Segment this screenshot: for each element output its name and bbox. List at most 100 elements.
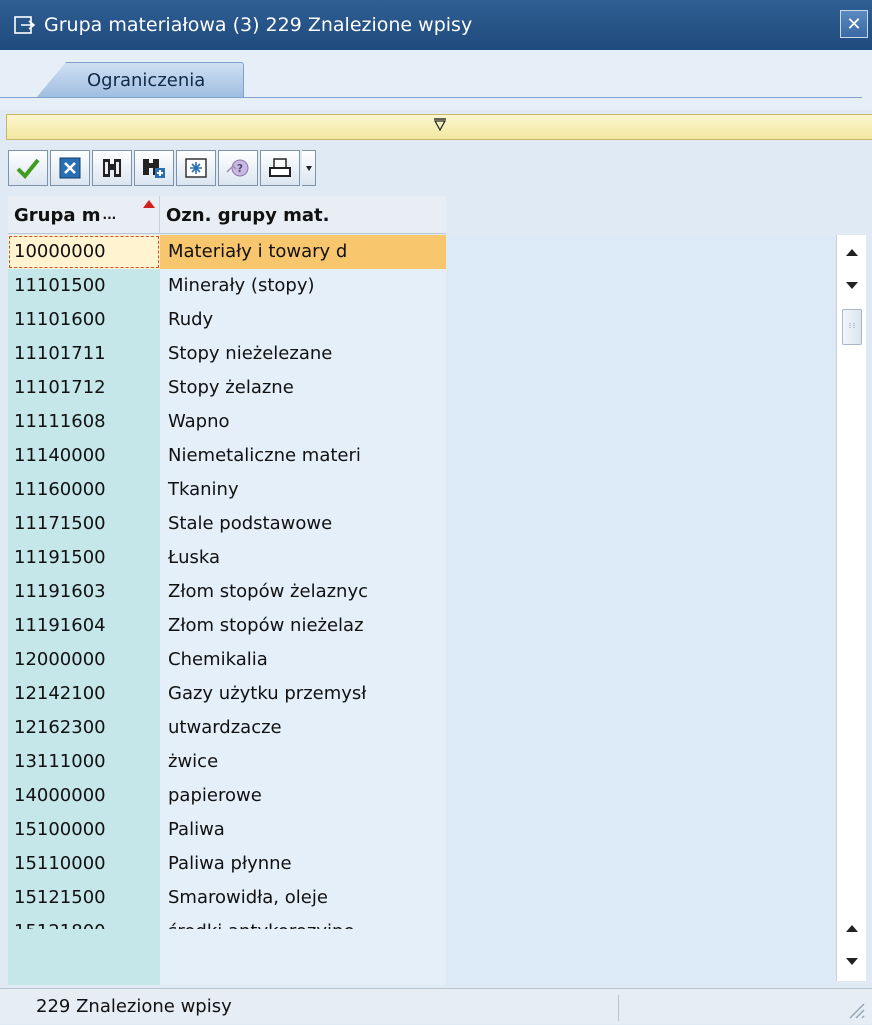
page-down-button[interactable] (840, 947, 864, 975)
material-group-description[interactable]: Złom stopów nieżelaz (160, 609, 446, 643)
table-row[interactable]: 15100000 Paliwa (8, 813, 446, 847)
material-group-description[interactable]: Stopy żelazne (160, 371, 446, 405)
table-row[interactable]: 11101711 Stopy nieżelezane (8, 337, 446, 371)
find-next-button[interactable] (134, 150, 174, 186)
cancel-button[interactable] (50, 150, 90, 186)
table-row[interactable]: 14000000 papierowe (8, 779, 446, 813)
print-dropdown-button[interactable] (302, 150, 316, 186)
tab-ograniczenia[interactable]: Ograniczenia (36, 62, 245, 98)
column-header-material-group[interactable]: Grupa m... (8, 196, 160, 234)
window-icon (14, 16, 36, 34)
material-group-description[interactable]: Minerały (stopy) (160, 269, 446, 303)
table-row[interactable]: 12000000 Chemikalia (8, 643, 446, 677)
table-row[interactable]: 11191604 Złom stopów nieżelaz (8, 609, 446, 643)
find-button[interactable] (92, 150, 132, 186)
print-button[interactable] (260, 150, 300, 186)
table-row[interactable]: 11191603 Złom stopów żelaznyc (8, 575, 446, 609)
new-entry-button[interactable] (176, 150, 216, 186)
scroll-thumb[interactable] (842, 309, 862, 345)
cancel-icon (57, 156, 83, 180)
material-group-code[interactable]: 11160000 (8, 473, 160, 507)
material-group-description[interactable]: Rudy (160, 303, 446, 337)
material-group-code[interactable]: 11191604 (8, 609, 160, 643)
help-icon: ? (225, 156, 251, 180)
material-group-description[interactable]: Paliwa (160, 813, 446, 847)
window-title: Grupa materiałowa (3) 229 Znalezione wpi… (44, 14, 473, 36)
find-next-icon (141, 156, 167, 180)
table-row[interactable]: 11111608 Wapno (8, 405, 446, 439)
close-button[interactable]: ✕ (840, 10, 868, 38)
vertical-scrollbar[interactable] (836, 235, 866, 981)
table-row[interactable]: 13111000 żwice (8, 745, 446, 779)
table-row[interactable]: 10000000 Materiały i towary d (8, 235, 446, 269)
material-group-code[interactable]: 14000000 (8, 779, 160, 813)
scroll-down-button[interactable] (840, 271, 864, 299)
material-group-description[interactable]: Złom stopów żelaznyc (160, 575, 446, 609)
table-row[interactable]: 11101500 Minerały (stopy) (8, 269, 446, 303)
confirm-button[interactable] (8, 150, 48, 186)
material-group-code[interactable]: 13111000 (8, 745, 160, 779)
table-row[interactable]: 15121800środki antykorozyjne (8, 915, 446, 929)
material-group-description[interactable]: środki antykorozyjne (160, 915, 446, 929)
material-group-code[interactable]: 11101712 (8, 371, 160, 405)
expand-triangle-icon[interactable] (433, 118, 447, 132)
column-header-description[interactable]: Ozn. grupy mat. (160, 196, 446, 234)
material-group-description[interactable]: Materiały i towary d (160, 235, 446, 269)
table-row[interactable]: 11171500 Stale podstawowe (8, 507, 446, 541)
material-group-code[interactable]: 11191603 (8, 575, 160, 609)
material-group-code[interactable]: 12000000 (8, 643, 160, 677)
material-group-description[interactable]: Chemikalia (160, 643, 446, 677)
table-row[interactable]: 11140000 Niemetaliczne materi (8, 439, 446, 473)
material-group-code[interactable]: 11191500 (8, 541, 160, 575)
table-row[interactable]: 11160000 Tkaniny (8, 473, 446, 507)
material-group-code[interactable]: 15110000 (8, 847, 160, 881)
material-group-code[interactable]: 11111608 (8, 405, 160, 439)
material-group-code[interactable]: 11171500 (8, 507, 160, 541)
tab-strip: Ograniczenia (0, 50, 872, 110)
table-row[interactable]: 11101600 Rudy (8, 303, 446, 337)
restrictions-expander[interactable] (6, 114, 872, 140)
material-group-code[interactable]: 11101711 (8, 337, 160, 371)
sort-ascending-icon (143, 200, 155, 208)
material-group-description[interactable]: Smarowidła, oleje (160, 881, 446, 915)
material-group-description[interactable]: papierowe (160, 779, 446, 813)
arrow-down-icon (845, 276, 859, 295)
table-row[interactable]: 15121500 Smarowidła, oleje (8, 881, 446, 915)
resize-grip-icon[interactable] (844, 998, 866, 1020)
material-group-code[interactable]: 11140000 (8, 439, 160, 473)
table-row[interactable]: 11101712 Stopy żelazne (8, 371, 446, 405)
table-row[interactable]: 15110000 Paliwa płynne (8, 847, 446, 881)
grid-header: Grupa m... Ozn. grupy mat. (8, 196, 446, 234)
material-group-description[interactable]: Niemetaliczne materi (160, 439, 446, 473)
tab-label: Ograniczenia (87, 70, 206, 91)
material-group-code[interactable]: 11101500 (8, 269, 160, 303)
material-group-code[interactable]: 12162300 (8, 711, 160, 745)
material-group-description[interactable]: Tkaniny (160, 473, 446, 507)
arrow-down-icon (845, 952, 859, 971)
help-button[interactable]: ? (218, 150, 258, 186)
material-group-description[interactable]: Wapno (160, 405, 446, 439)
material-group-description[interactable]: Łuska (160, 541, 446, 575)
scroll-up-button[interactable] (840, 237, 864, 265)
material-group-description[interactable]: Stale podstawowe (160, 507, 446, 541)
material-group-description[interactable]: utwardzacze (160, 711, 446, 745)
new-entry-icon (183, 156, 209, 180)
page-up-button[interactable] (840, 913, 864, 941)
toolbar: ? (8, 148, 316, 188)
material-group-description[interactable]: Gazy użytku przemysł (160, 677, 446, 711)
table-row[interactable]: 12162300 utwardzacze (8, 711, 446, 745)
material-group-description[interactable]: Stopy nieżelezane (160, 337, 446, 371)
material-group-code[interactable]: 11101600 (8, 303, 160, 337)
material-group-code[interactable]: 15100000 (8, 813, 160, 847)
table-row[interactable]: 12142100 Gazy użytku przemysł (8, 677, 446, 711)
table-row[interactable]: 11191500 Łuska (8, 541, 446, 575)
material-group-code[interactable]: 12142100 (8, 677, 160, 711)
material-group-code[interactable]: 15121800 (8, 915, 160, 929)
material-group-description[interactable]: żwice (160, 745, 446, 779)
checkmark-icon (15, 156, 41, 180)
arrow-up-icon (845, 242, 859, 261)
material-group-code[interactable]: 15121500 (8, 881, 160, 915)
material-group-description[interactable]: Paliwa płynne (160, 847, 446, 881)
material-group-code[interactable]: 10000000 (8, 235, 160, 269)
arrow-up-icon (845, 918, 859, 937)
